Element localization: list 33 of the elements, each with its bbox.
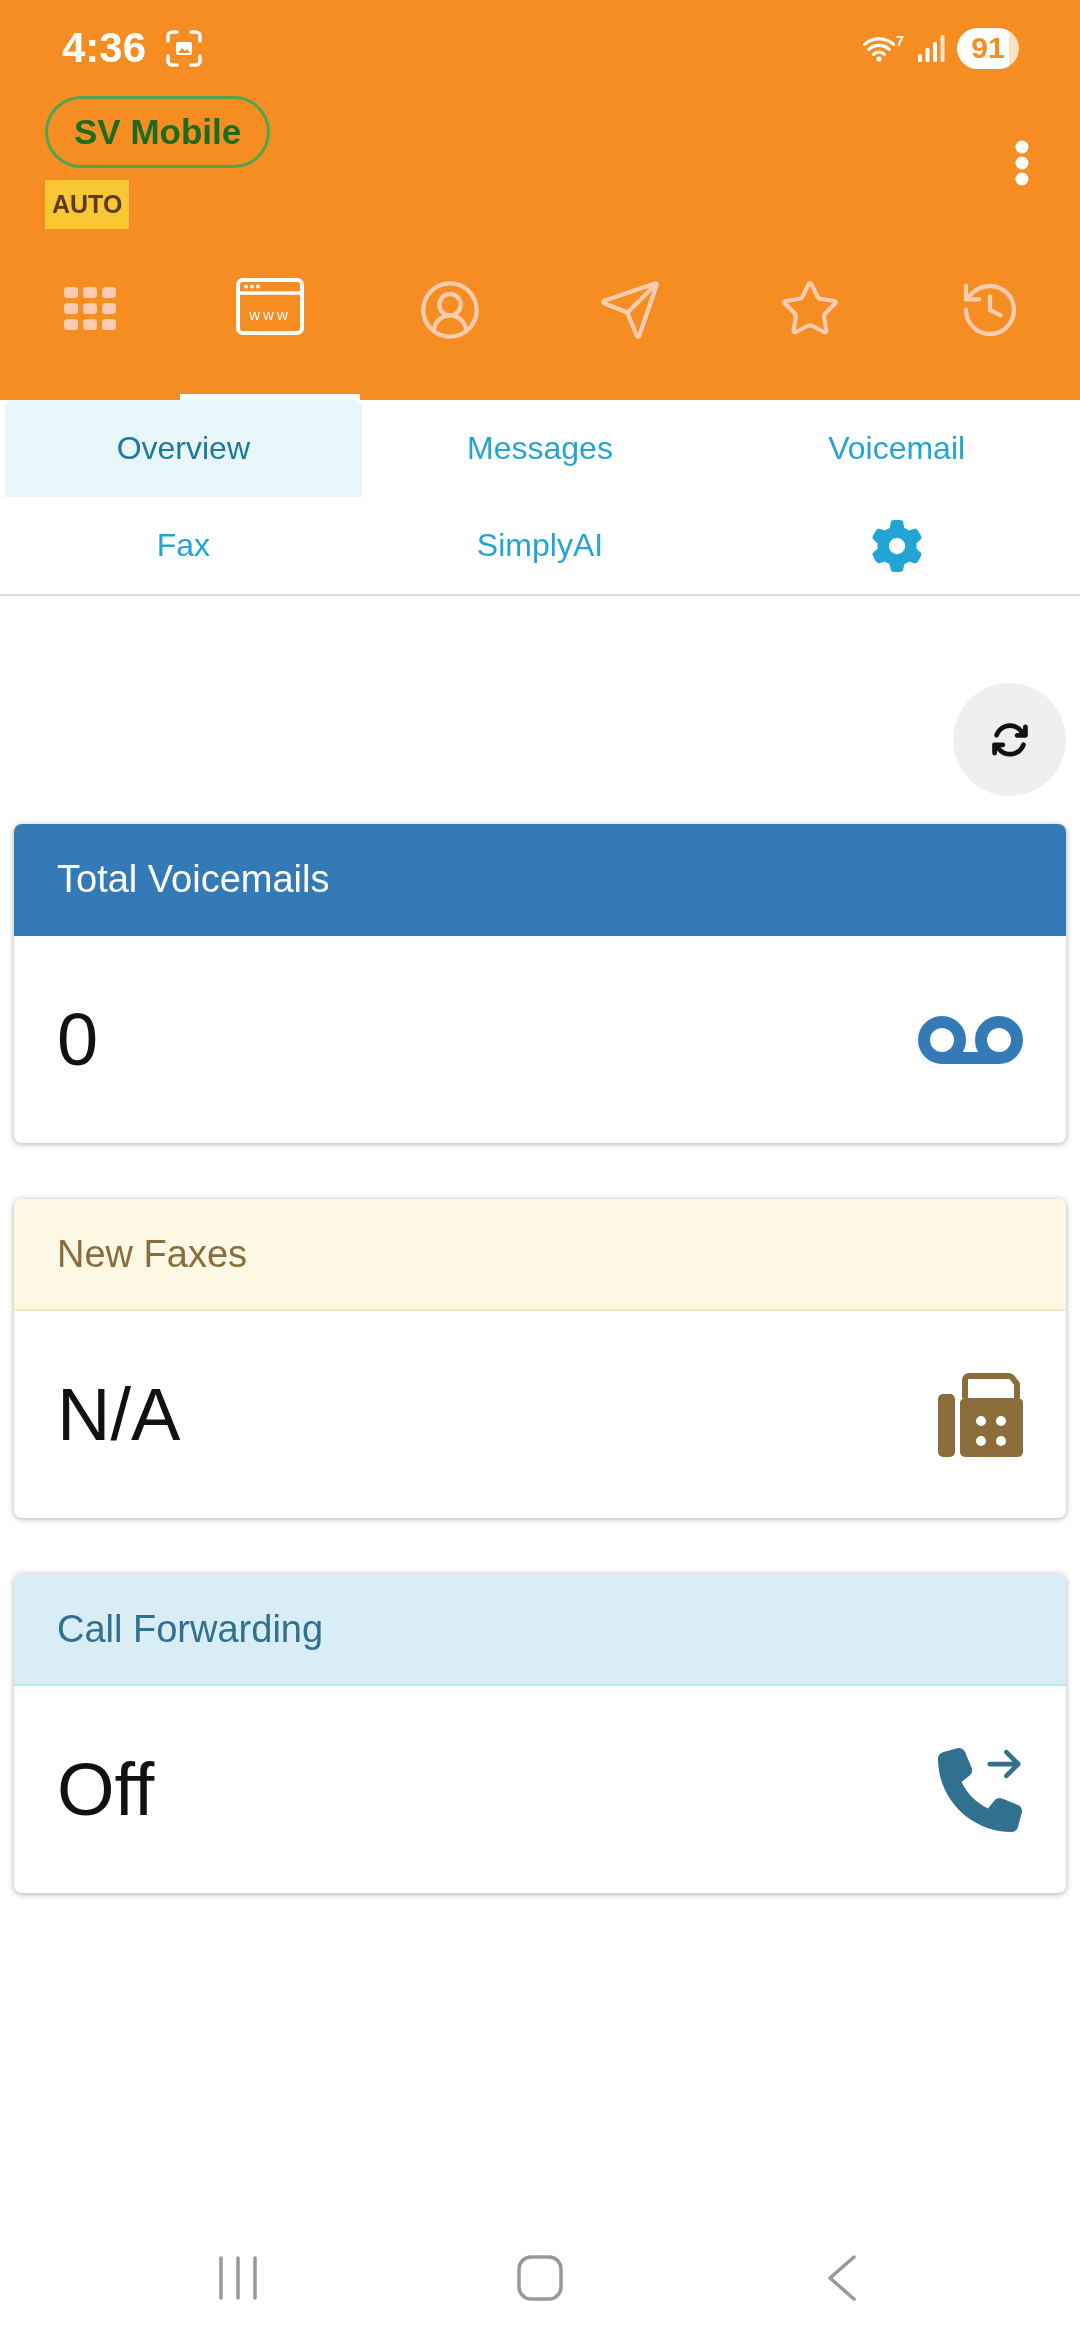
mode-badge: AUTO [45, 180, 130, 229]
voicemail-icon [918, 1015, 1023, 1064]
signal-icon [918, 34, 945, 62]
settings-icon [870, 519, 923, 572]
user-circle-icon [418, 278, 482, 342]
browser-window-icon: www [236, 278, 304, 335]
home-icon [517, 2255, 563, 2301]
tab[interactable]: SimplyAI [361, 497, 719, 594]
more-options-icon [1014, 139, 1030, 186]
tab[interactable]: Voicemail [718, 400, 1075, 497]
refresh-icon [990, 720, 1029, 759]
card-title: New Faxes [57, 1232, 248, 1276]
wifi-standard-label: 7 [895, 32, 904, 48]
fax-icon [938, 1372, 1023, 1457]
tab[interactable]: Messages [361, 400, 719, 497]
card-title: Call Forwarding [57, 1607, 324, 1651]
phone-forward-icon [938, 1747, 1023, 1832]
more-options-button[interactable] [1014, 139, 1030, 186]
card-value: N/A [57, 1377, 181, 1452]
wifi-icon [862, 34, 895, 62]
tab[interactable]: Fax [5, 497, 362, 594]
card-value: 0 [57, 1002, 99, 1077]
recent-apps-icon [219, 2256, 257, 2300]
clock-time: 4:36 [62, 27, 147, 69]
back-icon [827, 2255, 857, 2301]
tab[interactable]: Overview [5, 400, 362, 497]
card-value: Off [57, 1752, 155, 1827]
dialpad-icon [64, 287, 116, 330]
card-title: Total Voicemails [57, 857, 330, 901]
screenshot-icon [166, 29, 203, 67]
paper-plane-icon [598, 278, 662, 342]
account-selector[interactable]: SV Mobile [45, 96, 271, 168]
battery-percentage: 91 [957, 27, 1019, 69]
